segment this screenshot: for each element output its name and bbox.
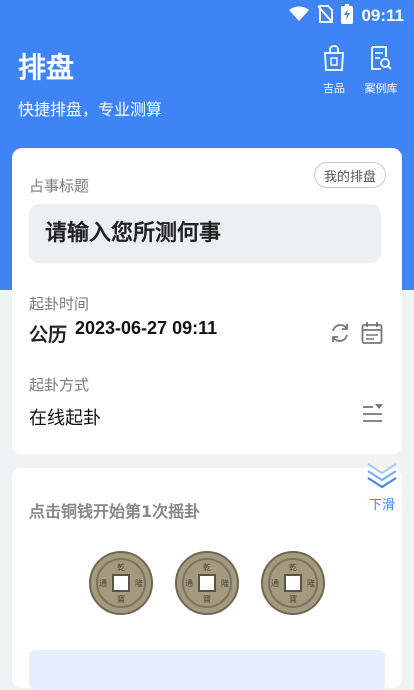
- status-time: 09:11: [361, 6, 404, 25]
- status-bar: 09:11: [289, 4, 404, 28]
- datetime-value[interactable]: 2023-06-27 09:11: [75, 318, 217, 339]
- case-library-button[interactable]: 案例库: [361, 44, 401, 96]
- svg-text:乾: 乾: [203, 562, 211, 572]
- shake-instruction: 点击铜钱开始第1次摇卦: [29, 502, 201, 521]
- time-label: 起卦时间: [29, 295, 90, 313]
- svg-text:乾: 乾: [117, 562, 125, 572]
- shopping-bag-icon: [322, 44, 346, 76]
- subject-label: 占事标题: [29, 177, 90, 195]
- calendar-type[interactable]: 公历: [29, 320, 67, 347]
- calendar-icon[interactable]: [361, 321, 383, 349]
- jipin-button[interactable]: 吉品: [314, 44, 354, 96]
- svg-text:乾: 乾: [289, 562, 297, 572]
- wifi-icon: [289, 6, 310, 26]
- svg-text:寶: 寶: [117, 594, 125, 604]
- divination-form-card: 占事标题 我的排盘 起卦时间 公历 2023-06-27 09:11 起卦方式 …: [12, 148, 402, 454]
- filter-list-icon[interactable]: [362, 403, 384, 429]
- my-charts-button[interactable]: 我的排盘: [313, 162, 386, 188]
- svg-text:隆: 隆: [135, 578, 143, 588]
- no-sim-icon: [317, 5, 334, 27]
- subject-input[interactable]: [29, 204, 381, 263]
- svg-text:通: 通: [271, 578, 279, 588]
- copper-coin-2[interactable]: 乾寶通 隆: [174, 550, 240, 616]
- battery-charging-icon: [341, 4, 354, 28]
- svg-text:通: 通: [185, 578, 193, 588]
- svg-text:通: 通: [99, 578, 107, 588]
- double-chevron-down-icon: [367, 462, 397, 494]
- method-value[interactable]: 在线起卦: [29, 404, 101, 430]
- svg-text:隆: 隆: [221, 578, 229, 588]
- copper-coin-3[interactable]: 乾寶通 隆: [260, 550, 326, 616]
- case-library-label: 案例库: [364, 82, 398, 95]
- svg-text:寶: 寶: [203, 594, 211, 604]
- slide-down-label: 下滑: [368, 498, 395, 513]
- tip-banner: [29, 650, 385, 690]
- copper-coin-1[interactable]: 乾寶通 隆: [88, 550, 154, 616]
- document-search-icon: [369, 44, 393, 76]
- page-title: 排盘: [18, 51, 75, 84]
- page-subtitle: 快捷排盘，专业测算: [18, 100, 163, 119]
- svg-text:隆: 隆: [307, 578, 315, 588]
- svg-text:寶: 寶: [289, 594, 297, 604]
- shake-coins-card: 点击铜钱开始第1次摇卦 下滑 乾寶通隆 乾寶通隆 乾寶通隆: [12, 463, 402, 690]
- jipin-label: 吉品: [323, 82, 345, 95]
- refresh-icon[interactable]: [329, 322, 351, 348]
- method-label: 起卦方式: [29, 376, 90, 394]
- slide-down-hint[interactable]: 下滑: [366, 462, 398, 513]
